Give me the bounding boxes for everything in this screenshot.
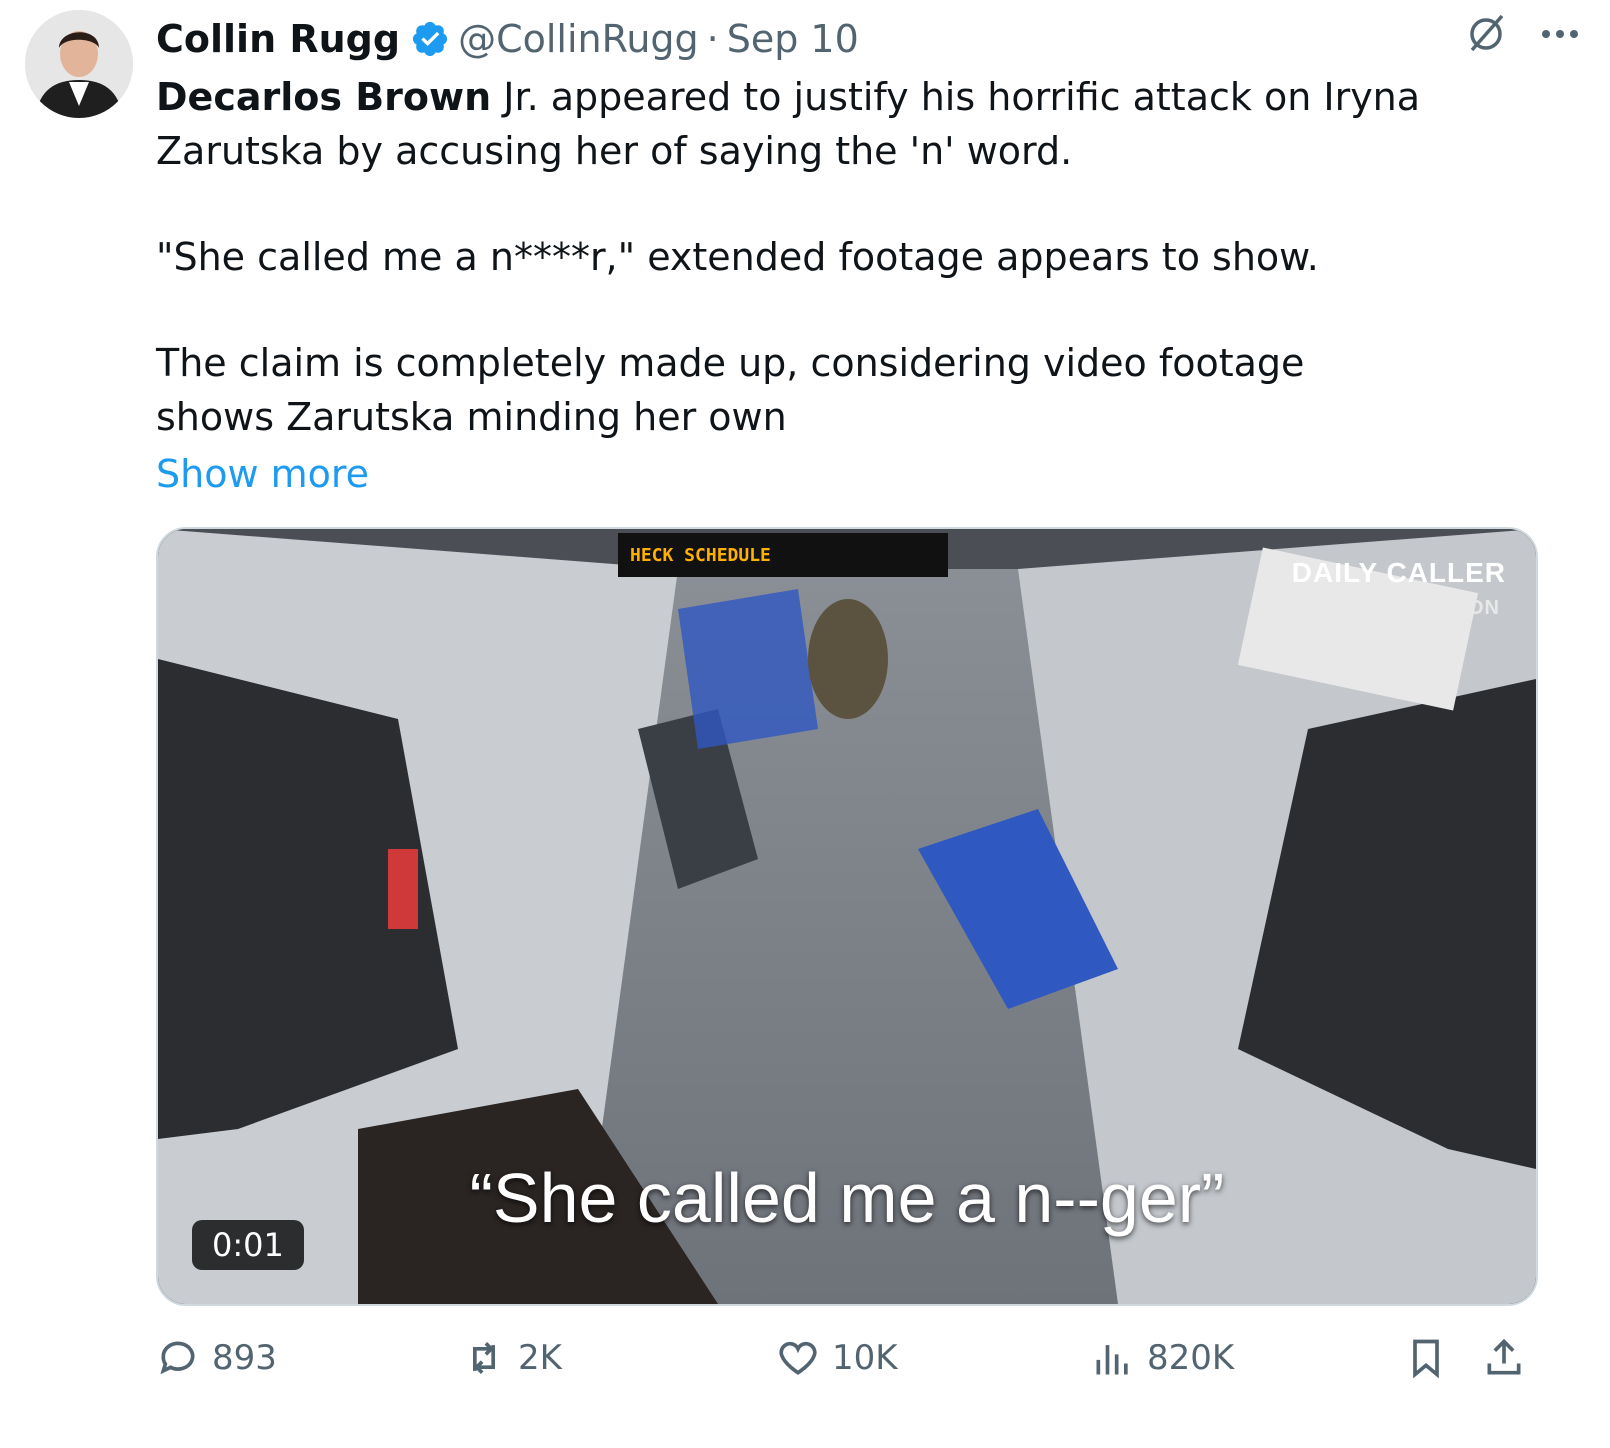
views-count: 820K — [1147, 1338, 1235, 1378]
show-more-link[interactable]: Show more — [156, 452, 369, 496]
watermark-title: DAILY CALLER — [1291, 557, 1506, 588]
like-count: 10K — [832, 1338, 898, 1378]
tweet-text-part2: "She called me a n****r," extended foota… — [156, 235, 1319, 279]
reply-button[interactable]: 893 — [156, 1336, 277, 1380]
video-player[interactable]: HECK SCHEDULE DAILY CALLER NEWS FOUNDATI… — [156, 527, 1538, 1306]
repost-count: 2K — [518, 1338, 562, 1378]
schedule-sign: HECK SCHEDULE — [618, 533, 948, 577]
grok-icon[interactable] — [1464, 12, 1508, 56]
author-name[interactable]: Collin Rugg — [156, 17, 400, 61]
video-caption: “She called me a n--ger” — [469, 1159, 1225, 1237]
tweet-text: Decarlos Brown Jr. appeared to justify h… — [156, 70, 1566, 444]
views-button[interactable]: 820K — [1091, 1336, 1234, 1380]
tweet-date[interactable]: Sep 10 — [727, 17, 859, 61]
reply-icon — [160, 1341, 195, 1375]
more-options-icon[interactable] — [1540, 28, 1580, 40]
watermark-subtitle: NEWS FOUNDATION — [1287, 597, 1500, 619]
heart-icon — [779, 1341, 817, 1375]
verified-badge-icon — [412, 21, 448, 57]
repost-icon — [473, 1342, 495, 1374]
mention-name: Decarlos Brown — [156, 75, 492, 119]
share-icon — [1487, 1338, 1521, 1375]
bookmark-button[interactable] — [1404, 1336, 1448, 1380]
share-button[interactable] — [1482, 1336, 1526, 1380]
reply-count: 893 — [212, 1338, 277, 1378]
repost-button[interactable]: 2K — [462, 1336, 562, 1380]
separator-dot: · — [706, 17, 719, 61]
author-handle[interactable]: @CollinRugg — [458, 17, 699, 61]
tweet-text-part3: The claim is completely made up, conside… — [156, 341, 1305, 439]
action-bar: 893 2K 10K 820K — [156, 1336, 1534, 1386]
bookmark-icon — [1413, 1339, 1439, 1379]
views-icon — [1096, 1345, 1128, 1375]
like-button[interactable]: 10K — [776, 1336, 898, 1380]
video-duration: 0:01 — [192, 1220, 304, 1270]
avatar[interactable] — [25, 10, 133, 118]
